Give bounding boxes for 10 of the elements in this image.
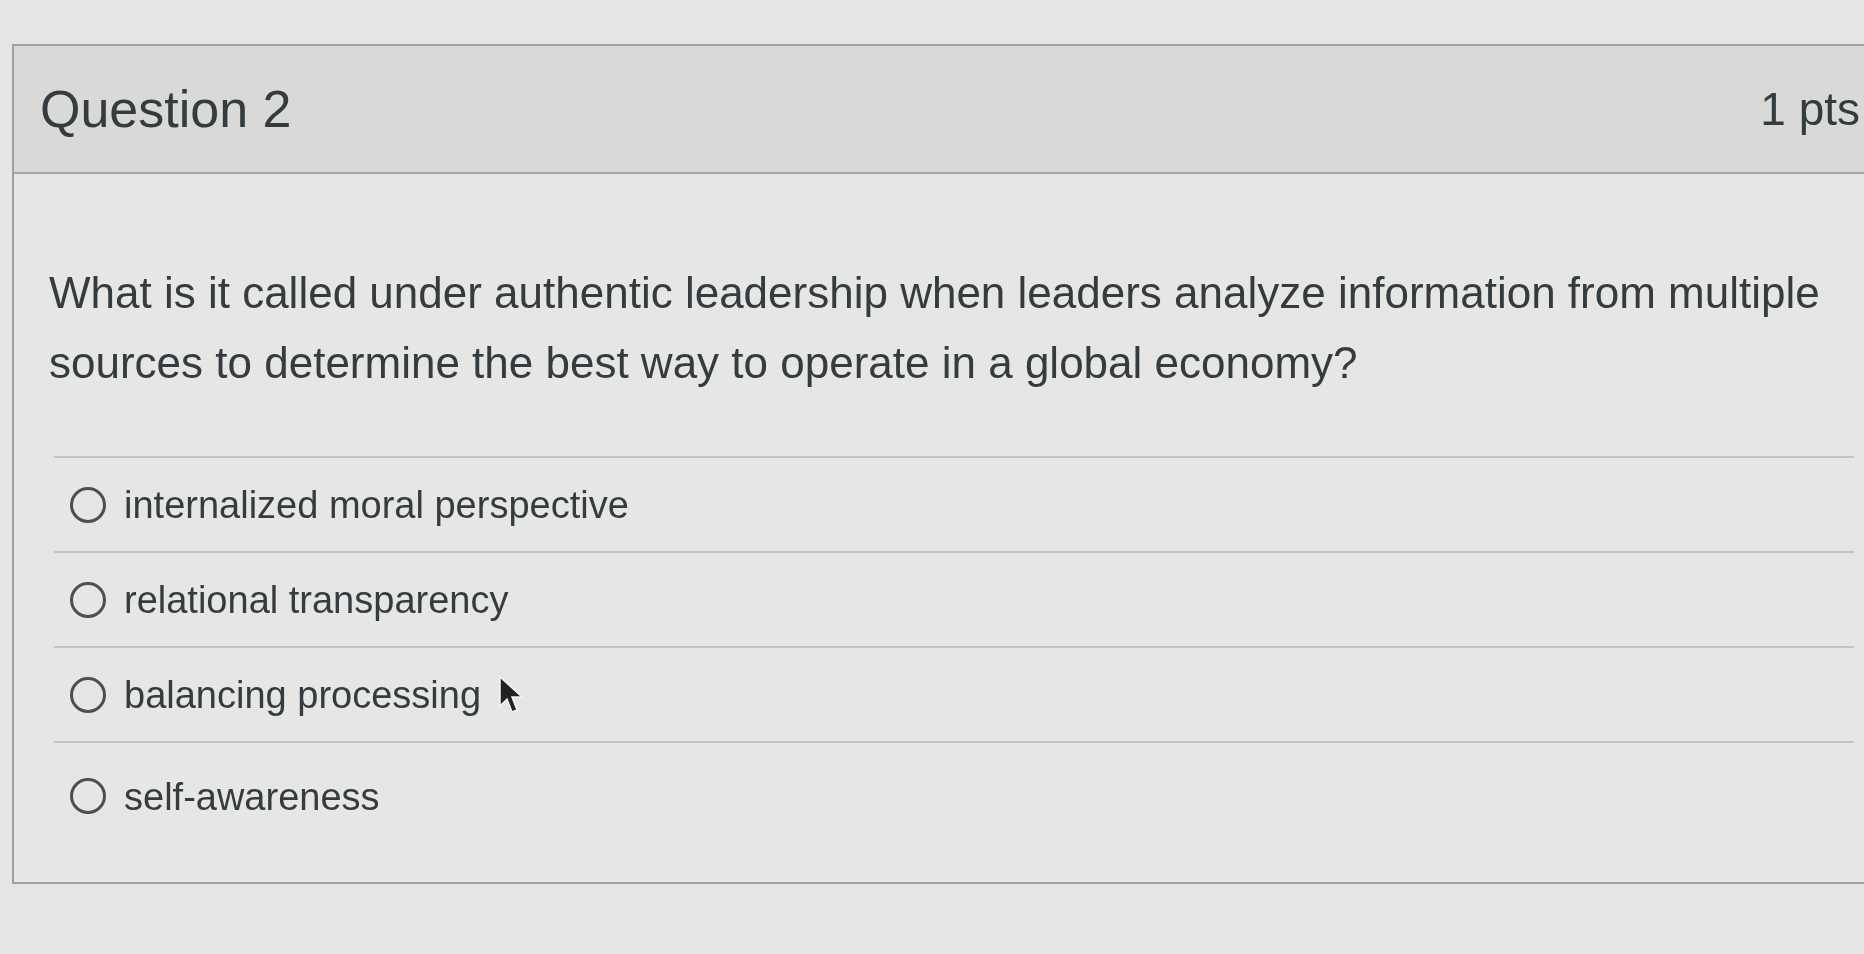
radio-button[interactable]: [70, 486, 106, 523]
question-text: What is it called under authentic leadership when leaders analyze information from multiple sources to determine the best way to operate in a global economy?: [49, 267, 1821, 389]
answer-label[interactable]: relational transparency: [124, 580, 509, 619]
answer-label[interactable]: self-awareness: [124, 778, 380, 816]
radio-button[interactable]: [70, 581, 106, 618]
question-title: Question 2: [40, 83, 292, 135]
radio-button[interactable]: [70, 778, 106, 814]
answer-label[interactable]: internalized moral perspective: [124, 485, 629, 524]
radio-button[interactable]: [70, 676, 106, 713]
answer-label[interactable]: balancing processing: [124, 675, 481, 714]
